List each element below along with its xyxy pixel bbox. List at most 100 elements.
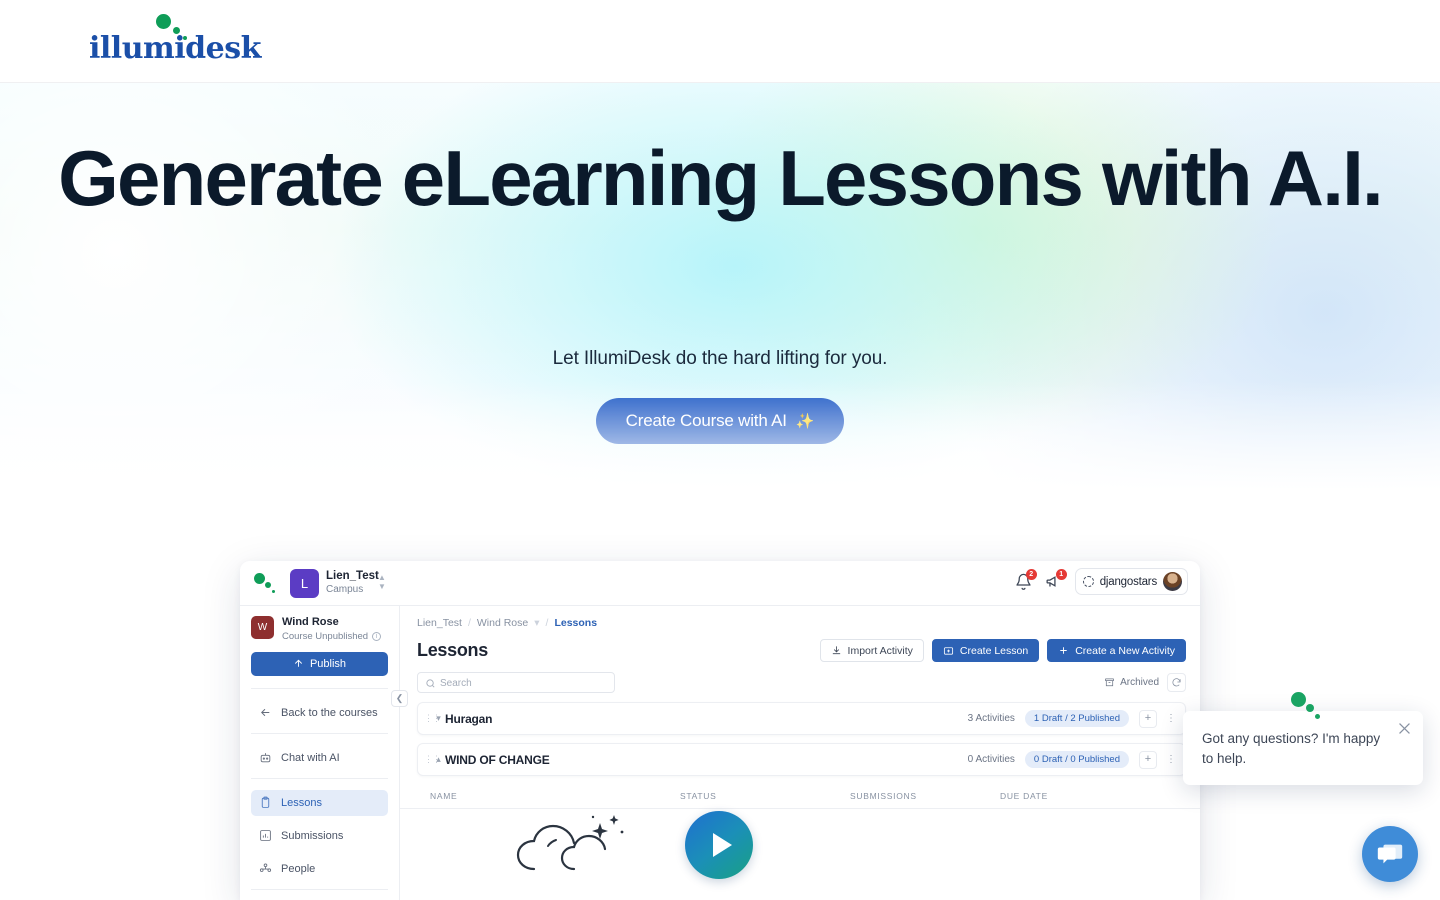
- collapse-sidebar-button[interactable]: ❮: [391, 690, 408, 707]
- play-video-button[interactable]: [685, 811, 753, 879]
- user-menu[interactable]: djangostars: [1074, 568, 1188, 595]
- breadcrumb-course-chevron-icon[interactable]: ▾: [534, 617, 539, 629]
- add-activity-button[interactable]: +: [1139, 750, 1157, 769]
- illumidesk-logo[interactable]: illumidesk: [89, 14, 269, 70]
- publish-label: Publish: [309, 657, 347, 670]
- breadcrumb-item-org[interactable]: Lien_Test: [417, 617, 462, 629]
- app-logo-icon[interactable]: [252, 571, 282, 595]
- sidebar-item-chat-with-ai[interactable]: Chat with AI: [251, 745, 388, 771]
- sidebar-label-chat-with-ai: Chat with AI: [281, 751, 340, 764]
- notifications-bell-icon[interactable]: 2: [1015, 569, 1037, 590]
- activities-table-header: NAME STATUS SUBMISSIONS DUE DATE: [400, 784, 1200, 809]
- app-topbar: L Lien_Test Campus ▲ ▼ 2 1 djangostars: [240, 561, 1200, 606]
- publish-icon: [294, 659, 302, 667]
- sidebar-item-lessons[interactable]: Lessons: [251, 789, 388, 816]
- import-activity-button[interactable]: Import Activity: [819, 639, 924, 662]
- archived-label: Archived: [1120, 677, 1159, 688]
- archive-icon: [1105, 678, 1115, 687]
- people-icon: [259, 863, 272, 873]
- hero-bottom-fade: [0, 380, 1440, 500]
- empty-state-illustration: [400, 809, 1200, 871]
- hero-subtitle: Let IllumiDesk do the hard lifting for y…: [552, 348, 888, 369]
- breadcrumb-item-current: Lessons: [554, 617, 598, 629]
- org-subtitle: Campus: [326, 584, 364, 595]
- announcements-megaphone-icon[interactable]: 1: [1045, 569, 1067, 590]
- app-screenshot-preview: L Lien_Test Campus ▲ ▼ 2 1 djangostars W…: [240, 561, 1200, 900]
- breadcrumb-item-course[interactable]: Wind Rose: [477, 617, 528, 629]
- logo-dot-large-icon: [156, 14, 171, 29]
- lesson-activity-count: 0 Activities: [967, 754, 1015, 765]
- sidebar-divider-4: [251, 888, 388, 890]
- breadcrumb-separator-2: /: [545, 617, 549, 629]
- new-folder-icon: [943, 647, 953, 655]
- sidebar-label-lessons: Lessons: [281, 796, 322, 809]
- back-to-courses-label: Back to the courses: [281, 706, 378, 719]
- drag-handle-icon[interactable]: ⋮⋮: [424, 755, 441, 764]
- info-icon[interactable]: i: [372, 631, 382, 641]
- sidebar-item-people[interactable]: People: [251, 856, 388, 882]
- close-icon[interactable]: [1396, 720, 1413, 737]
- refresh-icon: [1172, 678, 1181, 687]
- chat-greeting-popup: Got any questions? I'm happy to help.: [1183, 692, 1423, 786]
- sidebar-divider-3: [251, 777, 388, 779]
- row-menu-button[interactable]: ⋮: [1165, 713, 1177, 723]
- org-avatar: L: [290, 569, 319, 598]
- table-row[interactable]: ⋮⋮ ▾ Huragan 3 Activities 1 Draft / 2 Pu…: [417, 702, 1186, 735]
- search-row: Archived: [400, 662, 1200, 693]
- logo-wordmark: illumidesk: [89, 31, 261, 66]
- chat-bubble-icon: [1377, 844, 1403, 864]
- main-header: Lessons Import Activity Create Lesson Cr…: [400, 629, 1200, 662]
- announcements-badge: 1: [1055, 569, 1067, 580]
- column-header-name: NAME: [430, 791, 458, 801]
- add-activity-button[interactable]: +: [1139, 709, 1157, 728]
- publish-button[interactable]: Publish: [251, 651, 388, 676]
- site-header: illumidesk: [0, 0, 1440, 83]
- create-lesson-label: Create Lesson: [959, 644, 1029, 657]
- create-lesson-button[interactable]: Create Lesson: [931, 639, 1040, 662]
- org-logo-icon: [1082, 576, 1094, 587]
- import-activity-label: Import Activity: [847, 644, 913, 657]
- course-name: Wind Rose: [282, 616, 339, 628]
- sidebar-label-people: People: [281, 862, 316, 875]
- course-status-label: Course Unpublished: [282, 630, 369, 642]
- sidebar-label-submissions: Submissions: [281, 829, 344, 842]
- lesson-list: ⋮⋮ ▾ Huragan 3 Activities 1 Draft / 2 Pu…: [400, 693, 1200, 776]
- course-avatar: W: [251, 616, 274, 639]
- notifications-badge: 2: [1025, 569, 1037, 580]
- robot-icon: [260, 753, 271, 763]
- app-sidebar: W Wind Rose Course Unpublished i Publish: [240, 606, 400, 900]
- breadcrumb: Lien_Test / Wind Rose ▾ / Lessons: [400, 606, 1200, 629]
- collapse-chevron-icon[interactable]: ▴: [432, 754, 445, 765]
- course-header: W Wind Rose Course Unpublished i: [251, 616, 388, 642]
- table-row[interactable]: ⋮⋮ ▴ WIND OF CHANGE 0 Activities 0 Draft…: [417, 743, 1186, 776]
- play-icon: [712, 833, 732, 857]
- chat-avatar-dots-icon: [1291, 692, 1325, 720]
- expand-chevron-icon[interactable]: ▾: [432, 713, 445, 724]
- drag-handle-icon[interactable]: ⋮⋮: [424, 714, 441, 723]
- bar-chart-icon: [260, 830, 271, 842]
- search-box[interactable]: [417, 672, 615, 693]
- row-menu-button[interactable]: ⋮: [1165, 754, 1177, 764]
- lessons-toolbar: Import Activity Create Lesson Create a N…: [819, 639, 1186, 662]
- org-switcher-chevron-icon[interactable]: ▲ ▼: [377, 573, 387, 591]
- lesson-name: WIND OF CHANGE: [445, 752, 550, 767]
- clipboard-icon: [261, 796, 270, 809]
- arrow-left-icon: [261, 709, 270, 717]
- sidebar-item-submissions[interactable]: Submissions: [251, 823, 388, 849]
- status-badge: 1 Draft / 2 Published: [1024, 710, 1129, 727]
- hero-section: Generate eLearning Lessons with A.I. Let…: [0, 83, 1440, 500]
- archived-button[interactable]: Archived: [1104, 677, 1159, 688]
- app-main: ❮ Lien_Test / Wind Rose ▾ / Lessons Less…: [391, 606, 1200, 900]
- refresh-button[interactable]: [1167, 673, 1186, 692]
- column-header-submissions: SUBMISSIONS: [850, 791, 917, 801]
- course-status: Course Unpublished i: [282, 630, 382, 642]
- open-chat-button[interactable]: [1362, 826, 1418, 882]
- column-header-status: STATUS: [680, 791, 717, 801]
- topbar-actions: 2 1 djangostars: [1015, 568, 1188, 595]
- back-to-courses-link[interactable]: Back to the courses: [251, 700, 388, 726]
- user-name: djangostars: [1099, 575, 1157, 588]
- create-new-activity-button[interactable]: Create a New Activity: [1047, 639, 1186, 662]
- sidebar-divider-1: [251, 687, 388, 689]
- search-input[interactable]: [418, 674, 614, 693]
- breadcrumb-separator-1: /: [467, 617, 471, 629]
